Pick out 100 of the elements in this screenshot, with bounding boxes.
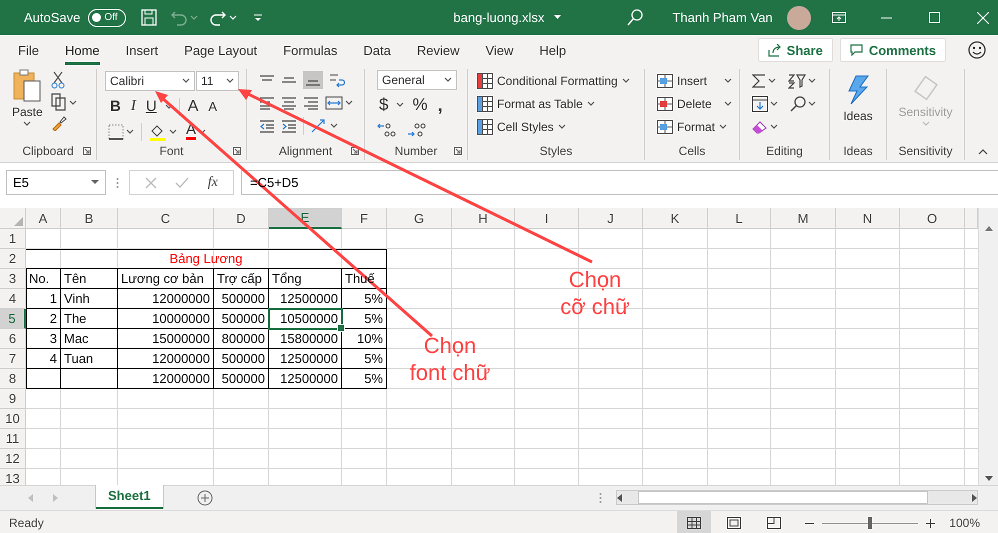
caret-icon[interactable] [808, 101, 816, 106]
caret-icon[interactable] [23, 121, 32, 126]
underline-button[interactable]: U [144, 98, 159, 115]
caret-icon[interactable] [724, 101, 732, 106]
scroll-up-icon[interactable] [984, 226, 992, 231]
cell[interactable]: 10500000 [269, 309, 342, 329]
dialog-launcher-icon[interactable] [351, 147, 359, 155]
search-icon[interactable] [627, 9, 644, 26]
caret-icon[interactable] [68, 100, 77, 104]
column-header[interactable]: B [61, 208, 118, 229]
close-icon[interactable] [976, 12, 989, 24]
name-box[interactable]: E5 [6, 170, 106, 195]
empty-cell[interactable] [61, 369, 118, 389]
currency-button[interactable]: $ [377, 94, 390, 114]
cell[interactable]: 5% [342, 369, 387, 389]
cell[interactable]: 12000000 [118, 369, 214, 389]
column-header[interactable]: C [118, 208, 214, 229]
caret-icon[interactable] [330, 123, 338, 128]
caret-icon[interactable] [169, 129, 177, 134]
cells-button[interactable]: Format [677, 120, 716, 134]
percent-button[interactable]: % [410, 94, 430, 114]
format-painter-icon[interactable] [50, 115, 67, 131]
paste-button[interactable]: Paste [12, 105, 43, 119]
row-header[interactable]: 6 [0, 329, 26, 349]
wrap-text-icon[interactable] [329, 72, 345, 88]
column-header[interactable]: K [643, 208, 708, 229]
cell[interactable]: Trợ cấp [214, 269, 269, 289]
cell[interactable]: 4 [26, 349, 61, 369]
copy-icon[interactable] [50, 93, 67, 111]
cell[interactable]: 12500000 [269, 289, 342, 309]
bold-button[interactable]: B [108, 98, 123, 115]
cell[interactable]: 500000 [214, 289, 269, 309]
smiley-icon[interactable] [968, 41, 986, 59]
minimize-icon[interactable] [881, 16, 892, 18]
cell[interactable]: 5% [342, 309, 387, 329]
scroll-right-icon[interactable] [972, 494, 977, 502]
sort-filter-icon[interactable] [788, 72, 806, 88]
decrease-decimal-icon[interactable] [407, 122, 427, 138]
increase-font-size-button[interactable]: A [186, 98, 200, 116]
cell[interactable]: 5% [342, 289, 387, 309]
find-icon[interactable] [790, 96, 806, 112]
insert-function-button[interactable]: fx [208, 174, 218, 190]
comments-button[interactable]: Comments [840, 38, 946, 62]
cell[interactable]: 10000000 [118, 309, 214, 329]
font-size-field[interactable]: 11 [196, 70, 239, 90]
row-header[interactable]: 8 [0, 369, 26, 389]
row-header[interactable]: 7 [0, 349, 26, 369]
cell[interactable]: 12500000 [269, 369, 342, 389]
cell[interactable]: 12500000 [269, 349, 342, 369]
menu-tab[interactable]: Review [416, 35, 460, 65]
number-format-field[interactable]: General [377, 70, 457, 90]
dropdown-icon[interactable] [554, 15, 562, 20]
sum-icon[interactable] [752, 74, 766, 88]
row-header[interactable]: 3 [0, 269, 26, 289]
save-icon[interactable] [141, 9, 158, 26]
decrease-font-size-button[interactable]: A [206, 99, 220, 114]
dialog-launcher-icon[interactable] [454, 147, 462, 155]
merge-center-icon[interactable] [325, 96, 343, 110]
column-header[interactable]: M [771, 208, 836, 229]
lightning-icon[interactable] [847, 75, 869, 105]
cell[interactable]: Lương cơ bản [118, 269, 214, 289]
slider-thumb[interactable] [868, 517, 872, 529]
cell[interactable]: 12000000 [118, 289, 214, 309]
cell[interactable]: 1 [26, 289, 61, 309]
dialog-launcher-icon[interactable] [83, 147, 91, 155]
row-header[interactable]: 4 [0, 289, 26, 309]
align-icon[interactable] [303, 96, 319, 110]
column-header[interactable]: N [836, 208, 900, 229]
column-header[interactable]: H [452, 208, 515, 229]
increase-indent-icon[interactable] [281, 118, 297, 132]
caret-icon[interactable] [622, 78, 630, 83]
column-header[interactable]: I [515, 208, 579, 229]
cell[interactable]: 500000 [214, 309, 269, 329]
row-header[interactable]: 13 [0, 469, 26, 485]
caret-icon[interactable] [182, 78, 190, 83]
column-header[interactable]: O [900, 208, 965, 229]
caret-icon[interactable] [345, 100, 353, 105]
row-header[interactable]: 11 [0, 429, 26, 449]
caret-icon[interactable] [396, 102, 404, 107]
row-header[interactable]: 12 [0, 449, 26, 469]
menu-tab[interactable]: File [18, 35, 39, 65]
menu-tab[interactable]: Insert [126, 35, 158, 65]
cell[interactable]: No. [26, 269, 61, 289]
caret-icon[interactable] [586, 101, 595, 106]
align-icon[interactable] [259, 96, 275, 110]
decrease-indent-icon[interactable] [259, 118, 275, 132]
cell[interactable]: Tuan [61, 349, 118, 369]
styles-button[interactable]: Format as Table [497, 96, 583, 110]
cell[interactable]: 10% [342, 329, 387, 349]
caret-icon[interactable] [770, 124, 778, 129]
styles-button[interactable]: Conditional Formatting [497, 74, 618, 88]
cell[interactable]: 5% [342, 349, 387, 369]
fill-color-icon[interactable] [149, 122, 167, 140]
cell[interactable]: 500000 [214, 369, 269, 389]
caret-icon[interactable] [444, 77, 452, 82]
menu-tab[interactable]: Data [363, 35, 391, 65]
menu-tab[interactable]: Help [539, 35, 566, 65]
paste-icon[interactable] [12, 69, 42, 103]
caret-icon[interactable] [768, 78, 776, 83]
cell[interactable]: 800000 [214, 329, 269, 349]
